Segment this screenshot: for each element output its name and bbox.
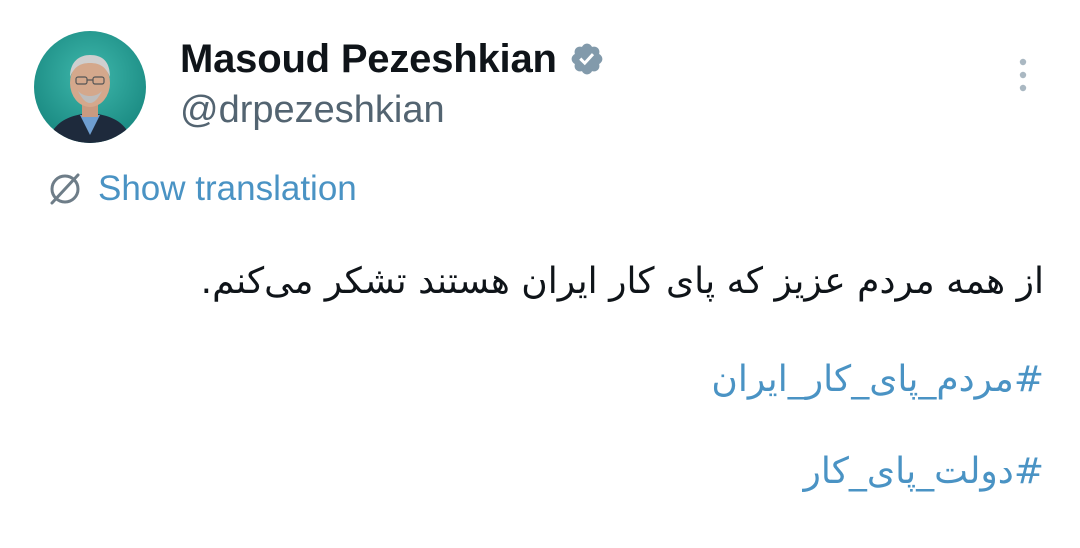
hashtag-link[interactable]: #مردم_پای_کار_ایران — [711, 352, 1044, 408]
more-options-button[interactable] — [1010, 56, 1036, 96]
show-translation-link[interactable]: Show translation — [46, 166, 357, 212]
tweet-card: Masoud Pezeshkian @drpezeshkian Show tra… — [0, 0, 1080, 548]
tweet-text: از همه مردم عزیز که پای کار ایران هستند … — [200, 261, 1044, 302]
translate-globe-icon — [50, 173, 80, 205]
verified-badge-icon — [569, 41, 605, 77]
author-handle[interactable]: @drpezeshkian — [180, 86, 445, 134]
avatar[interactable] — [34, 31, 146, 143]
avatar-image — [34, 31, 146, 143]
author-name-row: Masoud Pezeshkian — [180, 33, 605, 85]
show-translation-label: Show translation — [98, 169, 357, 208]
author-display-name[interactable]: Masoud Pezeshkian — [180, 33, 557, 85]
hashtag-link[interactable]: #دولت_پای_کار — [803, 444, 1044, 500]
vertical-ellipsis-icon — [1019, 58, 1027, 92]
